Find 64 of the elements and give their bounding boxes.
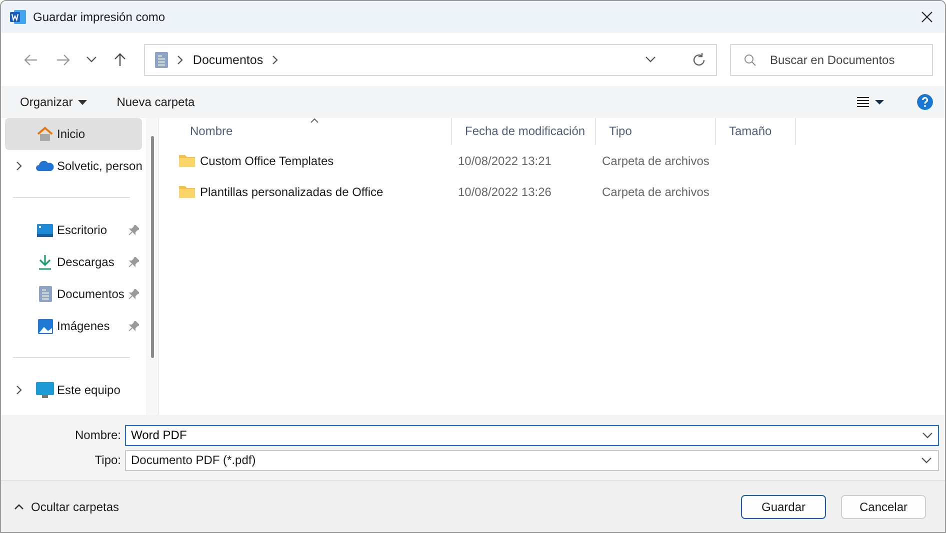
close-icon (921, 11, 933, 23)
column-header[interactable]: Tipo (596, 118, 716, 145)
organize-menu[interactable]: Organizar (20, 95, 87, 109)
dropdown-icon[interactable] (922, 432, 933, 438)
document-icon (154, 52, 168, 68)
back-icon[interactable] (24, 54, 38, 66)
hide-folders-toggle[interactable]: Ocultar carpetas (14, 500, 120, 514)
file-type-dropdown[interactable]: Documento PDF (*.pdf) (125, 450, 939, 470)
help-icon[interactable] (917, 94, 933, 110)
file-name[interactable]: Plantillas personalizadas de Office (200, 184, 384, 198)
sidebar-item[interactable]: Inicio (5, 118, 142, 150)
column-header[interactable]: Fecha de modificación (452, 118, 596, 145)
pin-icon (129, 225, 139, 235)
address-bar[interactable]: Documentos (144, 44, 717, 76)
sidebar-item[interactable]: Este equipo (5, 374, 142, 406)
desktop-icon (37, 224, 53, 236)
pin-icon (129, 321, 139, 331)
app-icon (10, 9, 26, 25)
path-segment[interactable]: Documentos (192, 52, 264, 66)
type-cell-text: Carpeta de archivos (601, 184, 710, 198)
sidebar-item[interactable]: Descargas (5, 246, 142, 278)
chevron-icon[interactable] (16, 385, 22, 395)
monitor-icon (36, 382, 54, 398)
forward-icon[interactable] (56, 54, 70, 66)
cloud-icon (36, 160, 54, 172)
up-icon[interactable] (114, 52, 126, 66)
picture-icon (38, 318, 52, 334)
scrollbar-thumb[interactable] (150, 136, 154, 358)
download-icon (38, 254, 52, 270)
dropdown-icon[interactable] (645, 56, 656, 63)
recent-icon[interactable] (86, 56, 97, 63)
type-cell-text: Carpeta de archivos (601, 154, 710, 168)
field-label: Tipo: (94, 453, 121, 467)
sort-caret-icon (310, 118, 319, 123)
sidebar-item[interactable]: Imágenes (5, 310, 142, 342)
caret-icon (78, 100, 87, 104)
pin-icon (129, 257, 139, 267)
column-header[interactable]: Nombre (177, 118, 452, 145)
view-options-icon[interactable] (857, 97, 887, 107)
refresh-icon[interactable] (692, 52, 706, 66)
document-icon (38, 286, 52, 302)
window-title: Guardar impresión como (33, 10, 166, 24)
folder-icon (179, 154, 195, 167)
dialog-button[interactable]: Cancelar (841, 494, 926, 518)
chevron-icon[interactable] (176, 54, 184, 64)
chevron-up-icon (14, 504, 24, 510)
home-icon (36, 126, 54, 142)
file-name-field[interactable]: Word PDF (125, 424, 939, 446)
folder-icon (179, 185, 195, 198)
field-label: Nombre: (74, 428, 121, 442)
chevron-icon[interactable] (272, 54, 280, 64)
pin-icon (129, 289, 139, 299)
dropdown-icon[interactable] (921, 456, 932, 464)
sidebar-item[interactable]: Escritorio (5, 214, 142, 246)
date-cell-text: 10/08/2022 13:21 (457, 154, 552, 168)
sidebar-item[interactable]: Solvetic, person (5, 150, 142, 182)
dialog-button[interactable]: Guardar (741, 494, 826, 518)
sidebar-item[interactable]: Documentos (5, 278, 142, 310)
file-name[interactable]: Custom Office Templates (200, 154, 334, 168)
search-field[interactable]: Buscar en Documentos (730, 44, 933, 76)
column-header[interactable]: Tamaño (716, 118, 796, 145)
chevron-icon[interactable] (16, 161, 22, 171)
date-cell-text: 10/08/2022 13:26 (457, 184, 552, 198)
new-folder-button[interactable]: Nueva carpeta (116, 95, 195, 109)
